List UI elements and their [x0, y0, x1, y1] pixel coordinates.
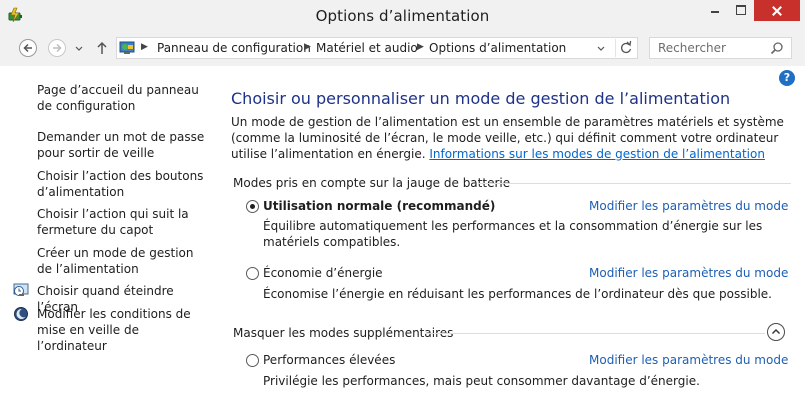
- plan-name-balanced[interactable]: Utilisation normale (recommandé): [263, 199, 495, 213]
- back-button[interactable]: [19, 39, 37, 57]
- plan-radio-power-saver[interactable]: [246, 267, 259, 280]
- recent-locations-dropdown[interactable]: [73, 41, 85, 55]
- forward-button[interactable]: [48, 39, 66, 57]
- up-button[interactable]: [94, 40, 110, 56]
- sidebar-item-require-password[interactable]: Demander un mot de passe pour sortir de …: [37, 129, 207, 161]
- plan-name-high-performance[interactable]: Performances élevées: [263, 353, 395, 367]
- search-icon[interactable]: [770, 41, 784, 55]
- control-panel-icon: [119, 40, 137, 56]
- plan-description: Équilibre automatiquement les performanc…: [263, 219, 763, 249]
- change-plan-settings-link[interactable]: Modifier les paramètres du mode: [589, 199, 788, 213]
- collapse-button[interactable]: [767, 323, 785, 341]
- sidebar-item-change-sleep[interactable]: Modifier les conditions de mise en veill…: [37, 306, 207, 354]
- hide-additional-plans-header[interactable]: Masquer les modes supplémentaires: [233, 326, 453, 340]
- breadcrumb-separator[interactable]: ▶: [417, 42, 424, 52]
- plan-radio-balanced[interactable]: [246, 200, 259, 213]
- clock-display-icon: [13, 282, 31, 298]
- chevron-down-icon: [75, 46, 83, 51]
- change-plan-settings-link[interactable]: Modifier les paramètres du mode: [589, 353, 788, 367]
- sidebar: Page d’accueil du panneau de configurati…: [0, 66, 215, 410]
- arrow-up-icon: [97, 41, 107, 54]
- sidebar-item-control-panel-home[interactable]: Page d’accueil du panneau de configurati…: [37, 82, 207, 114]
- group-divider: [478, 183, 791, 184]
- sidebar-item-lid-close[interactable]: Choisir l’action qui suit la fermeture d…: [37, 206, 207, 238]
- address-bar[interactable]: ▶ Panneau de configuration ▶ Matériel et…: [116, 37, 638, 59]
- plan-description: Privilégie les performances, mais peut c…: [263, 374, 700, 388]
- breadcrumb-power-options[interactable]: Options d’alimentation: [429, 41, 566, 55]
- intro-text: Un mode de gestion de l’alimentation est…: [231, 114, 786, 162]
- power-plans-info-link[interactable]: Informations sur les modes de gestion de…: [429, 147, 765, 161]
- refresh-button[interactable]: [615, 39, 636, 57]
- address-dropdown[interactable]: [595, 41, 607, 55]
- window: Options d’alimentation ▶ Panneau de conf…: [0, 0, 805, 410]
- plan-name-power-saver[interactable]: Économie d’énergie: [263, 266, 383, 280]
- battery-meter-plans-header: Modes pris en compte sur la jauge de bat…: [233, 176, 511, 190]
- breadcrumb-hardware-sound[interactable]: Matériel et audio: [316, 41, 418, 55]
- chevron-up-icon: [772, 329, 780, 334]
- navigation-bar: ▶ Panneau de configuration ▶ Matériel et…: [0, 31, 805, 66]
- window-title: Options d’alimentation: [315, 7, 490, 25]
- minimize-button[interactable]: [702, 0, 728, 21]
- search-placeholder: Rechercher: [658, 41, 726, 55]
- main-content: Choisir ou personnaliser un mode de gest…: [231, 66, 791, 410]
- chevron-down-icon: [597, 46, 605, 51]
- breadcrumb-separator[interactable]: ▶: [141, 42, 148, 52]
- sidebar-item-create-plan[interactable]: Créer un mode de gestion de l’alimentati…: [37, 245, 207, 277]
- search-input[interactable]: Rechercher: [649, 37, 792, 59]
- group-divider: [425, 333, 765, 334]
- arrow-left-icon: [23, 43, 32, 53]
- breadcrumb-separator[interactable]: ▶: [304, 42, 311, 52]
- plan-radio-high-performance[interactable]: [246, 354, 259, 367]
- plan-description: Économise l’énergie en réduisant les per…: [263, 287, 772, 301]
- arrow-right-icon: [53, 43, 62, 53]
- sidebar-item-power-buttons[interactable]: Choisir l’action des boutons d’alimentat…: [37, 168, 207, 200]
- page-title: Choisir ou personnaliser un mode de gest…: [231, 89, 731, 108]
- breadcrumb-control-panel[interactable]: Panneau de configuration: [157, 41, 311, 55]
- close-button[interactable]: [754, 0, 800, 21]
- maximize-button[interactable]: [728, 0, 754, 21]
- change-plan-settings-link[interactable]: Modifier les paramètres du mode: [589, 266, 788, 280]
- refresh-icon: [621, 40, 632, 54]
- moon-sleep-icon: [13, 306, 31, 322]
- title-bar: Options d’alimentation: [0, 0, 805, 31]
